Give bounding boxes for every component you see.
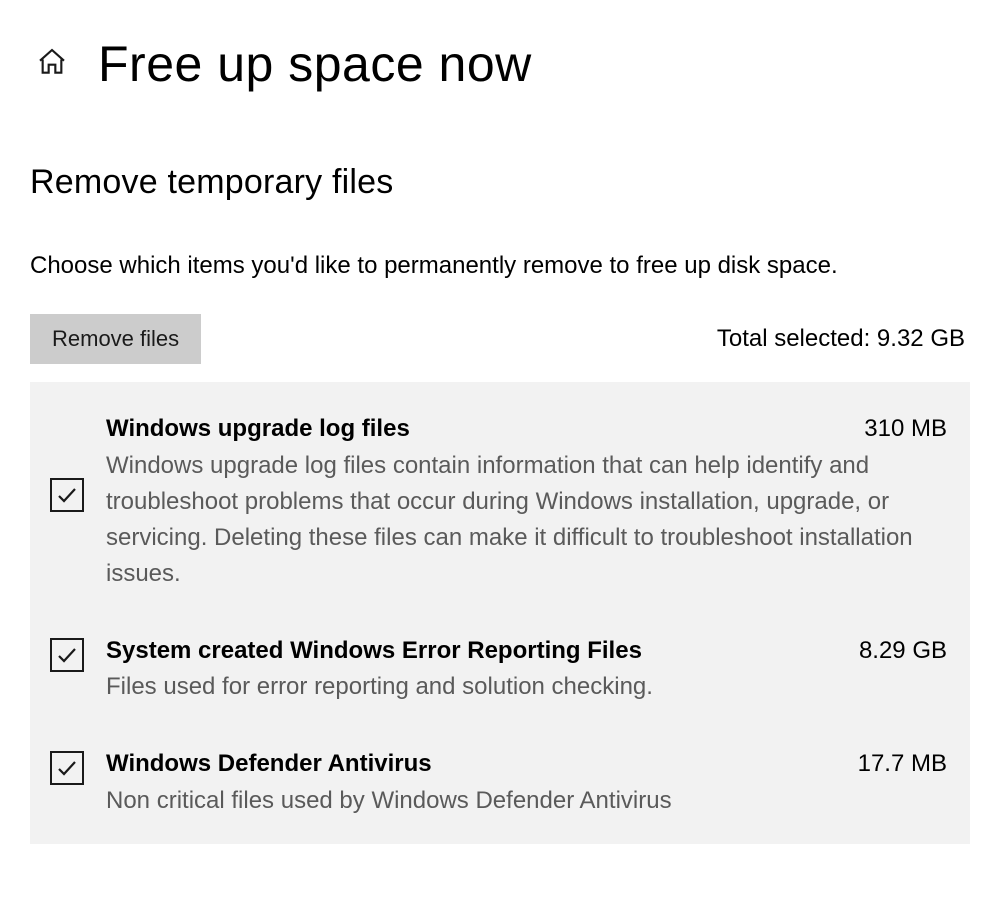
- home-icon[interactable]: [36, 46, 68, 83]
- checkbox-system-error-reporting[interactable]: [50, 638, 84, 672]
- item-title: Windows Defender Antivirus: [106, 747, 432, 781]
- items-panel: Windows upgrade log files 310 MB Windows…: [30, 382, 970, 844]
- remove-files-button[interactable]: Remove files: [30, 314, 201, 364]
- item-size: 17.7 MB: [858, 750, 950, 778]
- item-title: System created Windows Error Reporting F…: [106, 634, 642, 668]
- item-title: Windows upgrade log files: [106, 412, 410, 446]
- header: Free up space now: [36, 35, 970, 93]
- list-item: Windows upgrade log files 310 MB Windows…: [50, 412, 950, 592]
- action-row: Remove files Total selected: 9.32 GB: [30, 314, 970, 364]
- item-description: Non critical files used by Windows Defen…: [106, 783, 950, 819]
- item-description: Files used for error reporting and solut…: [106, 669, 950, 705]
- item-description: Windows upgrade log files contain inform…: [106, 448, 950, 592]
- list-item: System created Windows Error Reporting F…: [50, 634, 950, 706]
- checkbox-windows-upgrade-log-files[interactable]: [50, 478, 84, 512]
- page-title: Free up space now: [98, 35, 532, 93]
- total-selected-label: Total selected: 9.32 GB: [717, 325, 970, 353]
- section-title: Remove temporary files: [30, 163, 970, 202]
- checkbox-windows-defender[interactable]: [50, 751, 84, 785]
- list-item: Windows Defender Antivirus 17.7 MB Non c…: [50, 747, 950, 819]
- item-size: 310 MB: [864, 415, 950, 443]
- section-subtitle: Choose which items you'd like to permane…: [30, 247, 930, 284]
- item-size: 8.29 GB: [859, 637, 950, 665]
